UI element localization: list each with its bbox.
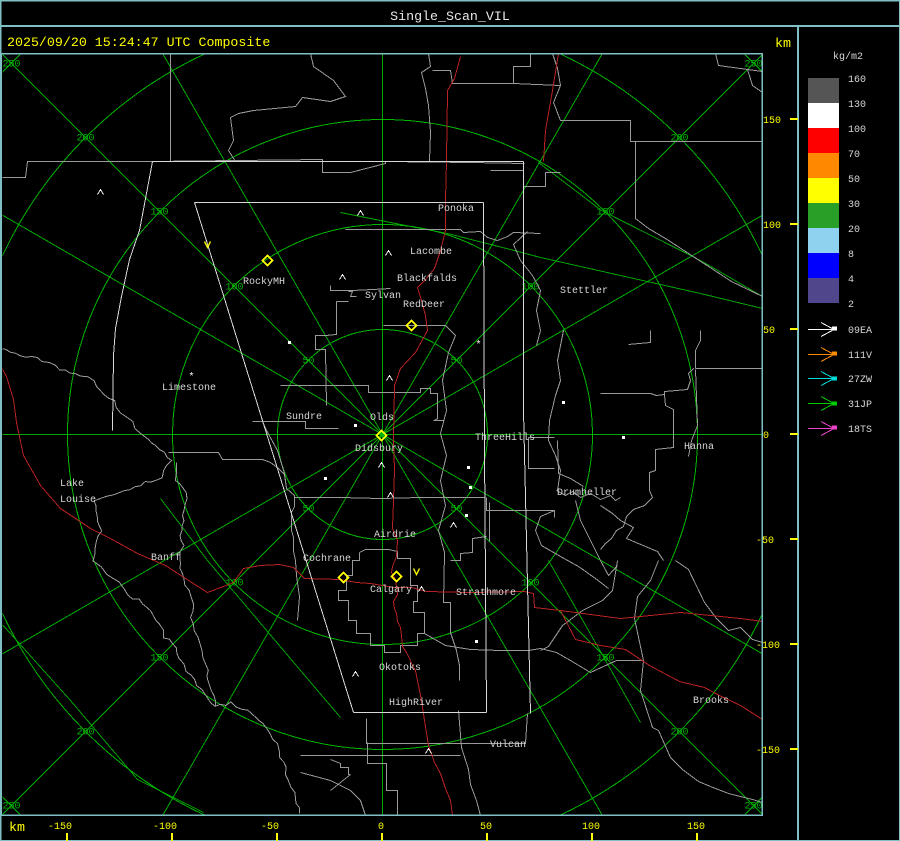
svg-text:-100: -100 — [153, 822, 177, 833]
svg-text:Drumheller: Drumheller — [557, 487, 617, 499]
svg-text:50: 50 — [450, 357, 462, 368]
svg-text:200: 200 — [76, 134, 94, 145]
svg-text:100: 100 — [848, 125, 866, 136]
svg-text:50: 50 — [848, 175, 860, 186]
svg-text:27ZW: 27ZW — [848, 375, 872, 386]
svg-text:Lacombe: Lacombe — [410, 246, 452, 258]
svg-text:111V: 111V — [848, 351, 872, 362]
svg-text:ThreeHills: ThreeHills — [475, 432, 535, 444]
svg-text:Limestone: Limestone — [162, 382, 216, 394]
svg-text:-50: -50 — [756, 536, 774, 547]
svg-text:Airdrie: Airdrie — [374, 529, 416, 541]
svg-text:50: 50 — [480, 822, 492, 833]
svg-text:km: km — [9, 820, 25, 835]
svg-text:100: 100 — [763, 221, 781, 232]
svg-text:-100: -100 — [756, 641, 780, 652]
svg-text:30: 30 — [848, 200, 860, 211]
svg-text:50: 50 — [763, 326, 775, 337]
svg-text:250: 250 — [2, 802, 20, 813]
svg-text:Brooks: Brooks — [693, 695, 729, 707]
svg-text:50: 50 — [302, 505, 314, 516]
svg-text:Single_Scan_VIL: Single_Scan_VIL — [390, 9, 510, 24]
svg-text:Lake: Lake — [60, 478, 84, 490]
svg-text:4: 4 — [848, 275, 854, 286]
svg-text:150: 150 — [687, 822, 705, 833]
svg-text:100: 100 — [225, 283, 243, 294]
svg-text:130: 130 — [848, 100, 866, 111]
svg-text:150: 150 — [763, 116, 781, 127]
svg-text:RockyMH: RockyMH — [243, 276, 285, 288]
svg-text:Banff: Banff — [151, 552, 181, 564]
svg-text:70: 70 — [848, 150, 860, 161]
svg-text:Olds: Olds — [370, 412, 394, 424]
svg-text:50: 50 — [450, 505, 462, 516]
svg-text:2: 2 — [848, 300, 854, 311]
svg-text:20: 20 — [848, 225, 860, 236]
svg-text:*: * — [189, 372, 195, 384]
svg-text:250: 250 — [2, 60, 20, 71]
svg-text:250: 250 — [744, 60, 762, 71]
svg-text:200: 200 — [670, 728, 688, 739]
svg-text:100: 100 — [521, 579, 539, 590]
svg-text:2025/09/20 15:24:47 UTC Compos: 2025/09/20 15:24:47 UTC Composite — [7, 35, 270, 50]
svg-text:Hanna: Hanna — [684, 442, 714, 453]
svg-text:km: km — [775, 36, 791, 51]
svg-text:50: 50 — [302, 357, 314, 368]
svg-text:Ponoka: Ponoka — [438, 203, 474, 215]
svg-text:150: 150 — [150, 654, 168, 665]
svg-text:-150: -150 — [756, 746, 780, 757]
svg-text:150: 150 — [150, 208, 168, 219]
svg-text:18TS: 18TS — [848, 425, 872, 436]
svg-text:250: 250 — [744, 802, 762, 813]
svg-text:Vulcan: Vulcan — [490, 739, 526, 751]
svg-text:HighRiver: HighRiver — [389, 697, 443, 709]
svg-text:Louise: Louise — [60, 494, 96, 506]
svg-text:Okotoks: Okotoks — [379, 662, 421, 674]
svg-text:kg/m2: kg/m2 — [833, 51, 863, 63]
svg-text:Didsbury: Didsbury — [355, 443, 403, 455]
svg-text:Sundre: Sundre — [286, 411, 322, 423]
svg-text:0: 0 — [378, 822, 384, 833]
svg-text:8: 8 — [848, 250, 854, 261]
svg-text:31JP: 31JP — [848, 400, 872, 411]
svg-text:Stettler: Stettler — [560, 285, 608, 297]
svg-text:100: 100 — [225, 579, 243, 590]
svg-text:160: 160 — [848, 75, 866, 86]
svg-text:Calgary: Calgary — [370, 584, 412, 596]
svg-text:Blackfalds: Blackfalds — [397, 273, 457, 285]
svg-text:200: 200 — [670, 134, 688, 145]
svg-text:Sylvan: Sylvan — [365, 290, 401, 302]
svg-text:100: 100 — [582, 822, 600, 833]
svg-text:0: 0 — [763, 431, 769, 442]
svg-text:Cochrane: Cochrane — [303, 553, 351, 565]
svg-text:-150: -150 — [48, 822, 72, 833]
svg-text:200: 200 — [76, 728, 94, 739]
svg-text:*: * — [476, 340, 482, 352]
svg-text:RedDeer: RedDeer — [403, 299, 445, 311]
svg-text:09EA: 09EA — [848, 326, 872, 337]
svg-text:-50: -50 — [261, 822, 279, 833]
svg-text:Strathmore: Strathmore — [456, 587, 516, 599]
